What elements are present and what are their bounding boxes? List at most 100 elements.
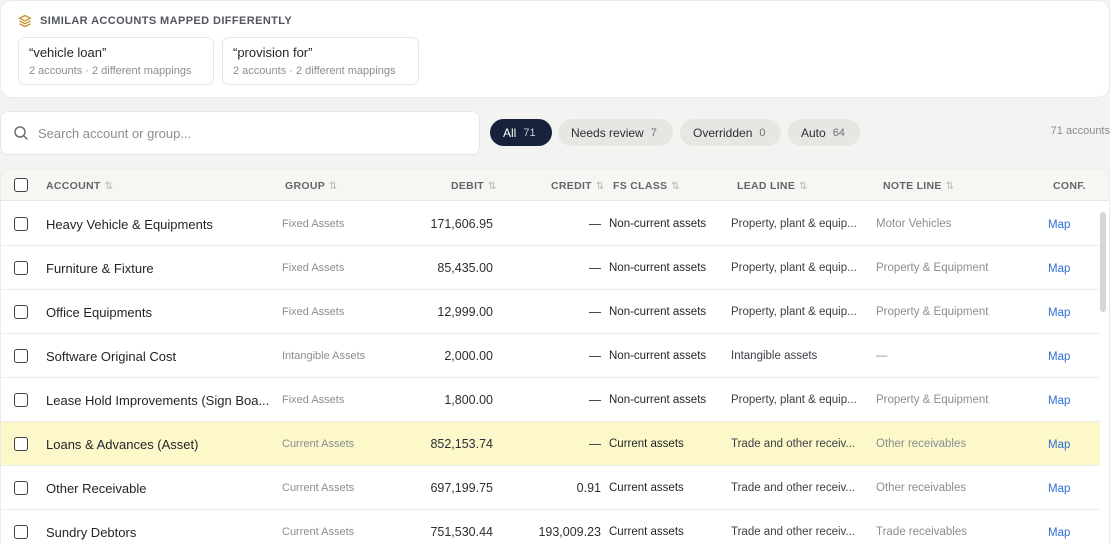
similar-accounts-title: SIMILAR ACCOUNTS MAPPED DIFFERENTLY [40, 15, 293, 27]
accounts-table: ACCOUNT ⇅ GROUP ⇅ DEBIT ⇅ CREDIT ⇅ FS CLASS ⇅… [0, 169, 1110, 544]
similar-group-provision-for[interactable]: “provision for” 2 accounts · 2 different… [222, 37, 419, 85]
table-row[interactable]: Other Receivable Current Assets 697,199.75… [1, 466, 1100, 510]
select-all-checkbox[interactable] [14, 178, 28, 192]
fs-class: Non-current assets [609, 262, 707, 274]
row-checkbox[interactable] [14, 481, 28, 495]
table-row[interactable]: Sundry Debtors Current Assets 751,530.44 19… [1, 510, 1100, 544]
sort-icon: ⇅ [104, 180, 114, 192]
search-input[interactable] [38, 125, 458, 141]
lead-line: Property, plant & equip... [731, 394, 857, 406]
mapping-review-page: SIMILAR ACCOUNTS MAPPED DIFFERENTLY “veh… [0, 0, 1110, 544]
filter-count: 7 [650, 126, 657, 139]
filter-count: 71 [523, 126, 536, 139]
account-group: Fixed Assets [282, 262, 345, 274]
table-row[interactable]: Heavy Vehicle & Equipments Fixed Assets 17… [1, 202, 1100, 246]
similar-accounts-header: SIMILAR ACCOUNTS MAPPED DIFFERENTLY [18, 14, 292, 28]
account-name: Sundry Debtors [46, 525, 137, 540]
column-header-debit[interactable]: DEBIT ⇅ [451, 180, 497, 192]
sort-icon: ⇅ [945, 180, 955, 192]
account-group: Fixed Assets [282, 218, 345, 230]
row-checkbox[interactable] [14, 349, 28, 363]
note-line: Other receivables [876, 438, 967, 450]
row-checkbox[interactable] [14, 525, 28, 539]
lead-line: Trade and other receiv... [731, 438, 856, 450]
table-row[interactable]: Loans & Advances (Asset) Current Assets 85… [1, 422, 1100, 466]
column-header-group[interactable]: GROUP ⇅ [285, 180, 338, 192]
column-header-note-line[interactable]: NOTE LINE ⇅ [883, 180, 954, 192]
row-checkbox[interactable] [14, 217, 28, 231]
lead-line: Property, plant & equip... [731, 262, 857, 274]
table-row[interactable]: Office Equipments Fixed Assets 12,999.00 — N… [1, 290, 1100, 334]
note-line: Motor Vehicles [876, 218, 952, 230]
fs-class: Current assets [609, 526, 684, 538]
sort-icon: ⇅ [671, 180, 681, 192]
account-group: Intangible Assets [282, 350, 366, 362]
row-checkbox[interactable] [14, 393, 28, 407]
account-group: Current Assets [282, 526, 355, 538]
account-name: Office Equipments [46, 305, 152, 320]
fs-class: Non-current assets [609, 218, 707, 230]
similar-group-vehicle-loan[interactable]: “vehicle loan” 2 accounts · 2 different … [18, 37, 214, 85]
row-checkbox[interactable] [14, 305, 28, 319]
note-line: Other receivables [876, 482, 967, 494]
credit-amount: — [588, 349, 602, 363]
map-link[interactable]: Map [1048, 351, 1070, 363]
filter-auto[interactable]: Auto 64 [788, 119, 860, 146]
similar-accounts-card: SIMILAR ACCOUNTS MAPPED DIFFERENTLY “veh… [0, 0, 1110, 98]
column-header-account[interactable]: ACCOUNT ⇅ [46, 180, 113, 192]
debit-amount: 852,153.74 [430, 437, 493, 451]
account-name: Other Receivable [46, 481, 147, 496]
layers-icon [18, 14, 32, 28]
note-line: Property & Equipment [876, 306, 989, 318]
debit-amount: 1,800.00 [444, 393, 493, 407]
sort-icon: ⇅ [488, 180, 497, 192]
debit-amount: 171,606.95 [430, 217, 493, 231]
fs-class: Current assets [609, 482, 684, 494]
account-name: Furniture & Fixture [46, 261, 154, 276]
debit-amount: 85,435.00 [437, 261, 493, 275]
credit-amount: — [588, 217, 602, 231]
map-link[interactable]: Map [1048, 219, 1070, 231]
map-link[interactable]: Map [1048, 439, 1070, 451]
map-link[interactable]: Map [1048, 483, 1070, 495]
credit-amount: — [588, 261, 602, 275]
account-name: Lease Hold Improvements (Sign Boa... [46, 393, 270, 408]
column-header-credit[interactable]: CREDIT ⇅ [551, 180, 605, 192]
account-group: Current Assets [282, 438, 355, 450]
table-header: ACCOUNT ⇅ GROUP ⇅ DEBIT ⇅ CREDIT ⇅ FS CLASS ⇅… [1, 170, 1109, 201]
column-header-confidence: CONF. [1053, 180, 1086, 192]
note-line: — [876, 350, 888, 362]
account-name: Loans & Advances (Asset) [46, 437, 199, 452]
table-row[interactable]: Furniture & Fixture Fixed Assets 85,435.00… [1, 246, 1100, 290]
column-header-fs-class[interactable]: FS CLASS ⇅ [613, 180, 680, 192]
account-name: Software Original Cost [46, 349, 177, 364]
table-row[interactable]: Software Original Cost Intangible Assets 2… [1, 334, 1100, 378]
table-scrollbar[interactable] [1100, 212, 1106, 312]
credit-amount: 193,009.23 [538, 525, 601, 539]
debit-amount: 751,530.44 [430, 525, 493, 539]
account-group: Fixed Assets [282, 306, 345, 318]
row-checkbox[interactable] [14, 437, 28, 451]
column-header-lead-line[interactable]: LEAD LINE ⇅ [737, 180, 808, 192]
similar-group-phrase: “provision for” [233, 45, 313, 60]
fs-class: Non-current assets [609, 350, 707, 362]
sort-icon: ⇅ [799, 180, 808, 192]
credit-amount: — [588, 305, 602, 319]
similar-group-phrase: “vehicle loan” [29, 45, 107, 60]
table-row[interactable]: Lease Hold Improvements (Sign Boa... Fixe… [1, 378, 1100, 422]
search-icon [13, 125, 29, 141]
filter-needs-review[interactable]: Needs review 7 [558, 119, 673, 146]
similar-group-detail: 2 accounts · 2 different mappings [29, 65, 192, 77]
map-link[interactable]: Map [1048, 527, 1070, 539]
filter-all[interactable]: All 71 [490, 119, 552, 146]
map-link[interactable]: Map [1048, 395, 1070, 407]
row-checkbox[interactable] [14, 261, 28, 275]
filter-label: All [503, 125, 517, 140]
filter-count: 64 [832, 126, 845, 139]
lead-line: Trade and other receiv... [731, 526, 856, 538]
search-box[interactable] [0, 111, 480, 155]
filter-overridden[interactable]: Overridden 0 [680, 119, 781, 146]
map-link[interactable]: Map [1048, 307, 1070, 319]
sort-icon: ⇅ [595, 180, 605, 192]
map-link[interactable]: Map [1048, 263, 1070, 275]
